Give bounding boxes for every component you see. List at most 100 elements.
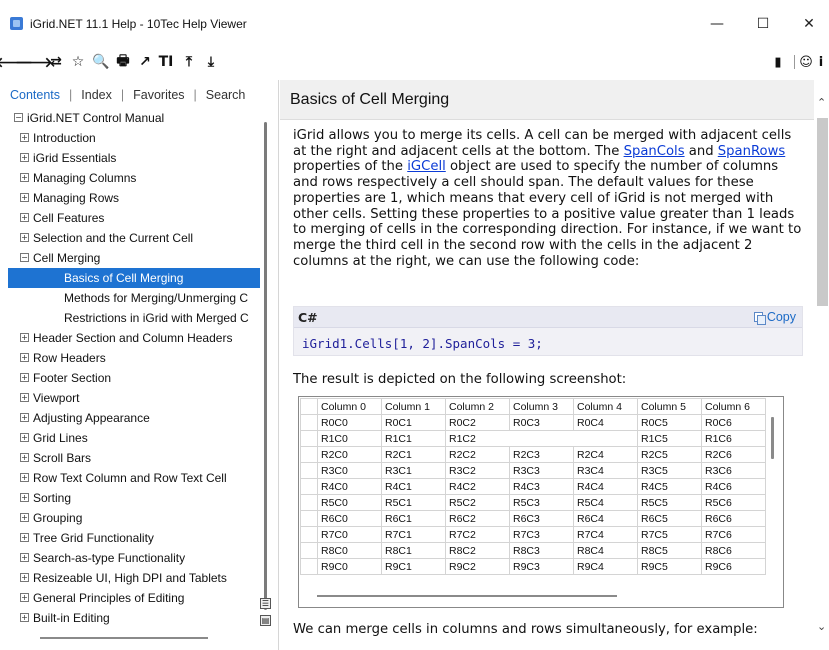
tree-item[interactable]: + Managing Rows [8, 188, 260, 208]
tree-item[interactable]: + iGrid Essentials [8, 148, 260, 168]
grid-column-header: Column 2 [445, 398, 510, 415]
tree-item[interactable]: + Scroll Bars [8, 448, 260, 468]
open-external-icon[interactable]: ↗ [135, 51, 155, 73]
tree-item[interactable]: Methods for Merging/Unmerging C [8, 288, 260, 308]
forward-icon[interactable]: 🡒 [15, 51, 53, 73]
doc-link[interactable]: SpanRows [718, 144, 785, 159]
expand-icon[interactable]: + [20, 373, 29, 383]
expand-icon[interactable]: + [20, 213, 29, 223]
add-favorite-icon[interactable]: ☆ [68, 51, 88, 73]
tree-item[interactable]: + Tree Grid Functionality [8, 528, 260, 548]
expand-icon[interactable]: + [20, 173, 29, 183]
grid-row: R1C0 R1C1 R1C2 R1C5 R1C6 [300, 430, 766, 447]
expand-icon[interactable]: + [20, 573, 29, 583]
tree-item[interactable]: − iGrid.NET Control Manual [8, 108, 260, 128]
grid-cell: R2C1 [381, 446, 446, 463]
scroll-thumb[interactable] [817, 118, 828, 306]
expand-icon[interactable]: + [20, 333, 29, 343]
tree-item[interactable]: + Footer Section [8, 368, 260, 388]
print-icon[interactable]: 🖶 [113, 51, 133, 73]
copy-button[interactable]: Copy [753, 310, 796, 325]
expand-all-icon[interactable]: ▤ [260, 615, 271, 626]
close-button[interactable]: ✕ [786, 10, 829, 38]
expand-icon[interactable]: + [20, 153, 29, 163]
scroll-down-icon[interactable]: ⌄ [817, 620, 826, 633]
tree-item[interactable]: + General Principles of Editing [8, 588, 260, 608]
grid-row-header [300, 478, 318, 495]
tree-item[interactable]: − Cell Merging [8, 248, 260, 268]
tree-item[interactable]: + Resizeable UI, High DPI and Tablets [8, 568, 260, 588]
expand-icon[interactable]: + [20, 133, 29, 143]
expand-icon[interactable]: + [20, 193, 29, 203]
book-icon[interactable]: ▮ [768, 51, 788, 73]
expand-icon[interactable]: + [20, 613, 29, 623]
tree-item[interactable]: + Sorting [8, 488, 260, 508]
tree-item[interactable]: + Managing Columns [8, 168, 260, 188]
collapse-icon[interactable]: − [14, 113, 23, 123]
scroll-bottom-icon[interactable]: ⤓ [201, 51, 221, 73]
tree-item[interactable]: Basics of Cell Merging [8, 268, 260, 288]
tree-item[interactable]: + Adjusting Appearance [8, 408, 260, 428]
info-icon[interactable]: i [813, 51, 829, 73]
expand-icon[interactable]: + [20, 413, 29, 423]
grid-cell: R8C2 [445, 542, 510, 559]
doc-link[interactable]: iGCell [407, 159, 446, 174]
tree-item[interactable]: + Selection and the Current Cell [8, 228, 260, 248]
tab-contents[interactable]: Contents [8, 88, 62, 102]
tree-item[interactable]: + Introduction [8, 128, 260, 148]
tree-item[interactable]: + Search-as-type Functionality [8, 548, 260, 568]
collapse-all-icon[interactable]: ☰ [260, 598, 271, 609]
pane-splitter[interactable] [278, 80, 279, 650]
nav-tabs: Contents | Index | Favorites | Search [8, 86, 247, 104]
tree-item[interactable]: + Grid Lines [8, 428, 260, 448]
expand-icon[interactable]: + [20, 393, 29, 403]
doc-link[interactable]: SpanCols [624, 144, 685, 159]
tab-favorites[interactable]: Favorites [131, 88, 186, 102]
maximize-button[interactable]: ☐ [740, 10, 786, 38]
grid-cell: R3C0 [317, 462, 382, 479]
grid-row: R5C0 R5C1 R5C2 R5C3 R5C4 R5C5 R5C6 [300, 494, 766, 511]
tree-item[interactable]: Restrictions in iGrid with Merged C [8, 308, 260, 328]
search-icon[interactable]: 🔍 [91, 51, 111, 73]
grid-column-header: Column 1 [381, 398, 446, 415]
tree-item[interactable]: + Row Headers [8, 348, 260, 368]
tree-item[interactable]: + Built-in Editing [8, 608, 260, 628]
expand-icon[interactable]: + [20, 453, 29, 463]
grid-cell: R9C5 [637, 558, 702, 575]
grid-cell: R9C2 [445, 558, 510, 575]
tab-index[interactable]: Index [79, 88, 114, 102]
expand-icon[interactable]: + [20, 233, 29, 243]
tree-vertical-scrollbar[interactable] [264, 122, 267, 610]
tree-item[interactable]: + Grouping [8, 508, 260, 528]
expand-icon[interactable]: + [20, 433, 29, 443]
scroll-top-icon[interactable]: ⤒ [179, 51, 199, 73]
grid-row: R4C0 R4C1 R4C2 R4C3 R4C4 R4C5 R4C6 [300, 478, 766, 495]
grid-cell: R6C5 [637, 510, 702, 527]
collapse-icon[interactable]: − [20, 253, 29, 263]
expand-icon[interactable]: + [20, 513, 29, 523]
minimize-button[interactable]: — [694, 10, 740, 38]
grid-row-header [300, 526, 318, 543]
content-vertical-scrollbar[interactable]: ⌃ ⌄ [814, 80, 829, 650]
expand-icon[interactable]: + [20, 593, 29, 603]
copy-icon [753, 311, 766, 325]
grid-cell: R5C4 [573, 494, 638, 511]
expand-icon[interactable]: + [20, 473, 29, 483]
sync-icon[interactable]: ⇄ [46, 51, 66, 73]
tree-horizontal-scrollbar[interactable] [40, 637, 208, 639]
expand-icon[interactable]: + [20, 553, 29, 563]
tree-item[interactable]: + Row Text Column and Row Text Cell [8, 468, 260, 488]
tree-item[interactable]: + Cell Features [8, 208, 260, 228]
tree-item[interactable]: + Viewport [8, 388, 260, 408]
expand-icon[interactable]: + [20, 353, 29, 363]
expand-icon[interactable]: + [20, 533, 29, 543]
font-size-icon[interactable]: TI [156, 51, 176, 73]
grid-cell: R4C5 [637, 478, 702, 495]
result-caption: The result is depicted on the following … [293, 372, 627, 387]
expand-icon[interactable]: + [20, 493, 29, 503]
tree-item-label: General Principles of Editing [33, 591, 185, 605]
code-language: C# [298, 310, 318, 325]
scroll-up-icon[interactable]: ⌃ [817, 96, 826, 109]
tree-item[interactable]: + Header Section and Column Headers [8, 328, 260, 348]
tab-search[interactable]: Search [204, 88, 248, 102]
